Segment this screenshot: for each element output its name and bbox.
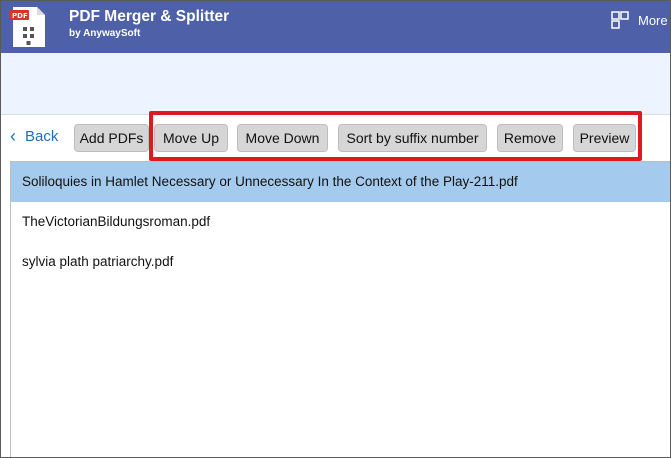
- file-list-item-selected[interactable]: Soliloquies in Hamlet Necessary or Unnec…: [11, 162, 670, 202]
- move-up-button[interactable]: Move Up: [154, 124, 228, 152]
- app-window: PDF PDF Merger & Splitter by AnywaySoft …: [0, 0, 671, 458]
- chevron-left-icon: ‹: [10, 126, 16, 146]
- header-band: [1, 53, 670, 115]
- pdf-file-list: Soliloquies in Hamlet Necessary or Unnec…: [10, 161, 670, 457]
- pdf-document-icon: PDF: [10, 7, 45, 47]
- add-pdfs-button[interactable]: Add PDFs: [74, 124, 149, 152]
- more-button[interactable]: More: [611, 11, 668, 29]
- back-label: Back: [25, 128, 59, 145]
- app-title: PDF Merger & Splitter: [69, 8, 230, 25]
- title-bar: PDF PDF Merger & Splitter by AnywaySoft …: [1, 1, 670, 53]
- app-subtitle: by AnywaySoft: [69, 28, 141, 39]
- app-grid-icon: [611, 11, 629, 29]
- remove-button[interactable]: Remove: [497, 124, 563, 152]
- more-label: More: [638, 12, 668, 28]
- file-list-item[interactable]: TheVictorianBildungsroman.pdf: [11, 202, 670, 242]
- sort-by-suffix-button[interactable]: Sort by suffix number: [338, 124, 487, 152]
- svg-text:PDF: PDF: [12, 12, 28, 20]
- preview-button[interactable]: Preview: [573, 124, 636, 152]
- move-down-button[interactable]: Move Down: [237, 124, 328, 152]
- back-button[interactable]: ‹ Back: [10, 126, 59, 146]
- file-list-item[interactable]: sylvia plath patriarchy.pdf: [11, 242, 670, 282]
